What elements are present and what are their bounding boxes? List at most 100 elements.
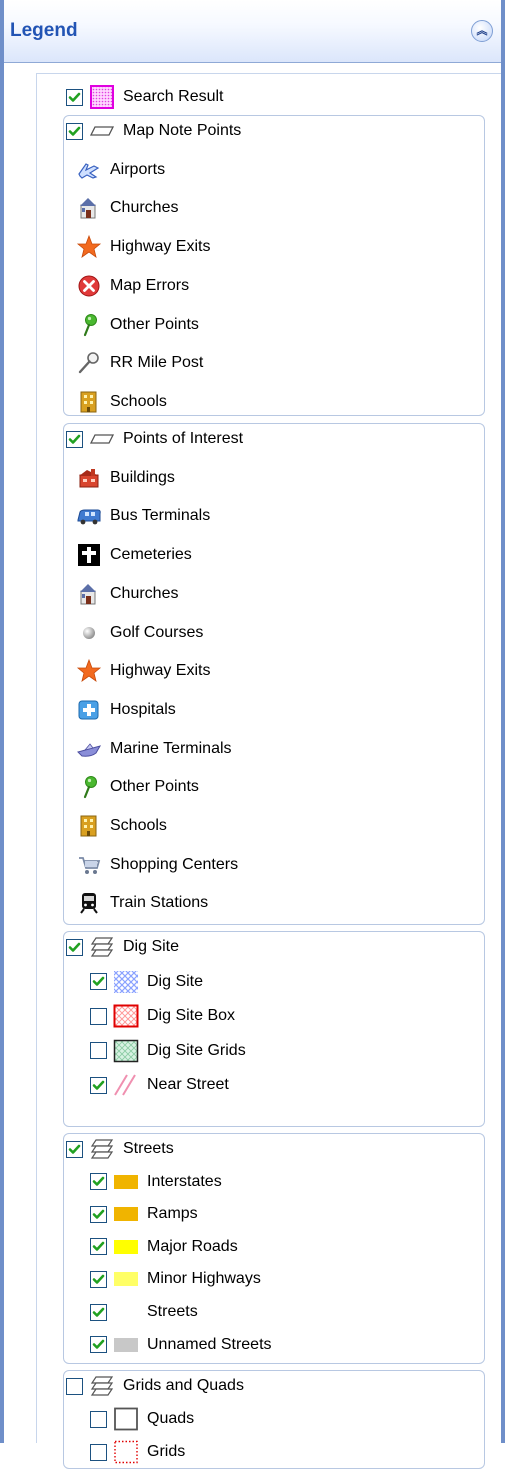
legend-item-label: Ramps xyxy=(147,1205,198,1223)
search-result-swatch-icon xyxy=(89,85,115,109)
layer-stack-icon xyxy=(89,1374,115,1398)
legend-item-label: Unnamed Streets xyxy=(147,1335,272,1353)
divider xyxy=(36,73,502,74)
airport-icon xyxy=(76,158,102,182)
legend-item-rr-mile-post: RR Mile Post xyxy=(76,349,203,377)
color-swatch-icon xyxy=(113,1267,139,1291)
legend-item-quads[interactable]: Quads xyxy=(90,1405,194,1433)
bus-icon xyxy=(76,504,102,528)
legend-item-other-points: Other Points xyxy=(76,311,199,339)
legend-item-streets[interactable]: Streets xyxy=(90,1298,198,1326)
legend-item-label: Quads xyxy=(147,1410,195,1427)
legend-item-label: Dig Site Box xyxy=(147,1007,236,1025)
legend-item-near-street[interactable]: Near Street xyxy=(90,1071,229,1099)
legend-group-label: Grids and Quads xyxy=(123,1377,244,1394)
legend-header: Legend ︽ xyxy=(4,0,501,63)
legend-row-search-result[interactable]: Search Result xyxy=(66,83,224,111)
legend-item-buildings: Buildings xyxy=(76,464,175,492)
item-checkbox-major-roads[interactable] xyxy=(90,1238,107,1256)
legend-item-dig-site[interactable]: Dig Site xyxy=(90,968,203,996)
group-checkbox-dig-site[interactable] xyxy=(66,938,83,956)
item-checkbox-dig-site-grids[interactable] xyxy=(90,1042,107,1060)
item-checkbox-quads[interactable] xyxy=(90,1410,107,1428)
group-checkbox-grids-and-quads[interactable] xyxy=(66,1377,83,1395)
legend-item-churches: Churches xyxy=(76,580,178,608)
blue-hatch-swatch-icon xyxy=(113,970,139,994)
hospital-icon xyxy=(76,698,102,722)
legend-item-label: Grids xyxy=(147,1443,186,1460)
group-checkbox-map-note-points[interactable] xyxy=(66,122,83,140)
item-checkbox-dig-site-box[interactable] xyxy=(90,1007,107,1025)
legend-label-search-result: Search Result xyxy=(123,88,224,105)
legend-item-label: Dig Site Grids xyxy=(147,1041,246,1059)
legend-item-label: Other Points xyxy=(110,778,199,796)
legend-item-label: Hospitals xyxy=(110,700,176,718)
legend-group-header-dig-site[interactable]: Dig Site xyxy=(66,933,179,961)
item-checkbox-interstates[interactable] xyxy=(90,1173,107,1191)
item-checkbox-near-street[interactable] xyxy=(90,1076,107,1094)
legend-body: Search Result Map Note Points Airports Chur… xyxy=(4,63,502,1469)
legend-item-grids[interactable]: Grids xyxy=(90,1438,185,1466)
legend-item-label: Train Stations xyxy=(110,894,209,912)
legend-item-marine-terminals: Marine Terminals xyxy=(76,735,232,763)
legend-item-label: Golf Courses xyxy=(110,623,204,641)
legend-item-label: Schools xyxy=(110,817,167,834)
legend-item-label: Schools xyxy=(110,392,167,410)
legend-item-shopping-centers: Shopping Centers xyxy=(76,851,238,879)
boat-icon xyxy=(76,737,102,761)
legend-item-dig-site-box[interactable]: Dig Site Box xyxy=(90,1002,235,1030)
group-checkbox-streets[interactable] xyxy=(66,1140,83,1158)
legend-item-label: Shopping Centers xyxy=(110,855,239,873)
legend-group-header-grids-and-quads[interactable]: Grids and Quads xyxy=(66,1372,244,1400)
magnifier-post-icon xyxy=(76,351,102,375)
legend-item-churches: Churches xyxy=(76,194,178,222)
legend-item-label: Dig Site xyxy=(147,972,204,990)
legend-item-highway-exits: Highway Exits xyxy=(76,233,210,261)
legend-item-schools: Schools xyxy=(76,388,167,416)
item-checkbox-unnamed-streets[interactable] xyxy=(90,1336,107,1354)
church-icon xyxy=(76,582,102,606)
golf-ball-icon xyxy=(76,621,102,645)
item-checkbox-grids[interactable] xyxy=(90,1443,107,1461)
layer-parallelogram-icon xyxy=(89,119,115,143)
color-swatch-icon xyxy=(113,1300,139,1324)
cart-icon xyxy=(76,853,102,877)
legend-item-interstates[interactable]: Interstates xyxy=(90,1168,222,1196)
legend-item-label: RR Mile Post xyxy=(110,354,204,372)
legend-item-major-roads[interactable]: Major Roads xyxy=(90,1233,238,1261)
school-icon xyxy=(76,390,102,414)
legend-item-label: Major Roads xyxy=(147,1237,238,1255)
legend-item-schools: Schools xyxy=(76,812,167,840)
legend-group-header-streets[interactable]: Streets xyxy=(66,1135,174,1163)
item-checkbox-streets[interactable] xyxy=(90,1303,107,1321)
legend-group-header-points-of-interest[interactable]: Points of Interest xyxy=(66,425,243,453)
item-checkbox-ramps[interactable] xyxy=(90,1205,107,1223)
green-grid-swatch-icon xyxy=(113,1039,139,1063)
legend-item-label: Buildings xyxy=(110,468,175,486)
legend-item-minor-highways[interactable]: Minor Highways xyxy=(90,1265,261,1293)
item-checkbox-dig-site[interactable] xyxy=(90,973,107,991)
legend-item-cemeteries: Cemeteries xyxy=(76,541,192,569)
color-swatch-icon xyxy=(113,1235,139,1259)
group-checkbox-points-of-interest[interactable] xyxy=(66,430,83,448)
legend-group-header-map-note-points[interactable]: Map Note Points xyxy=(66,117,241,145)
legend-item-ramps[interactable]: Ramps xyxy=(90,1200,198,1228)
item-checkbox-minor-highways[interactable] xyxy=(90,1270,107,1288)
pin-icon xyxy=(76,775,102,799)
legend-panel: Legend ︽ Search Result Map Note Points Air… xyxy=(0,0,505,1469)
layer-stack-icon xyxy=(89,1137,115,1161)
layer-parallelogram-icon xyxy=(89,427,115,451)
legend-item-unnamed-streets[interactable]: Unnamed Streets xyxy=(90,1331,272,1359)
search-result-checkbox[interactable] xyxy=(66,88,83,106)
collapse-button[interactable]: ︽ xyxy=(471,20,493,42)
legend-group-label: Dig Site xyxy=(123,938,180,955)
legend-item-other-points: Other Points xyxy=(76,773,199,801)
legend-item-dig-site-grids[interactable]: Dig Site Grids xyxy=(90,1037,246,1065)
gray-square-swatch-icon xyxy=(113,1407,139,1431)
legend-item-label: Churches xyxy=(110,584,179,602)
legend-item-label: Cemeteries xyxy=(110,546,192,564)
legend-group-label: Streets xyxy=(123,1140,174,1157)
legend-item-label: Bus Terminals xyxy=(110,507,211,525)
red-box-swatch-icon xyxy=(113,1004,139,1028)
legend-item-label: Marine Terminals xyxy=(110,739,232,757)
